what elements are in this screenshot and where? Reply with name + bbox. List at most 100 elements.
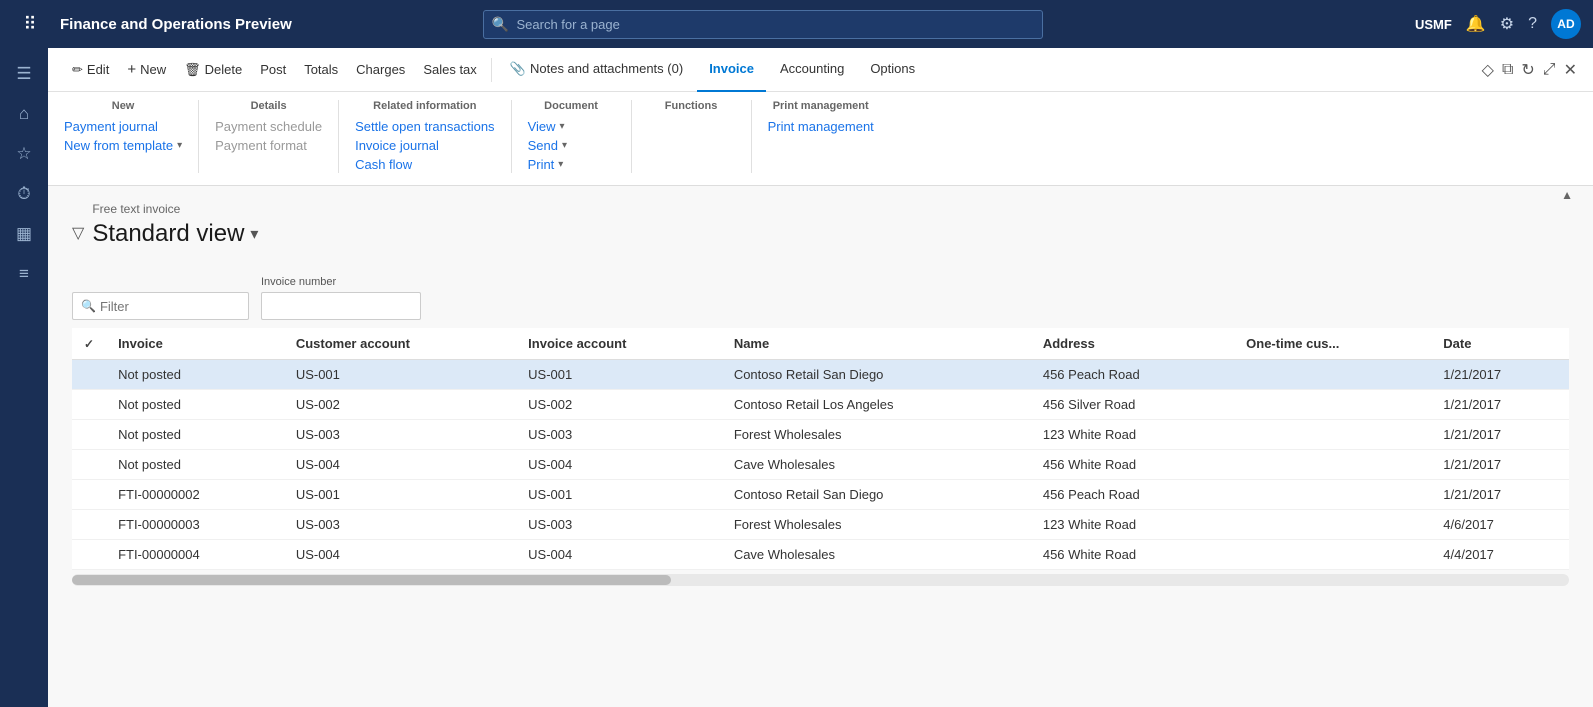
close-icon[interactable]: ✕: [1564, 60, 1577, 80]
sidebar-workspace-icon[interactable]: ▦: [6, 216, 42, 252]
ribbon-invoice-journal[interactable]: Invoice journal: [355, 137, 494, 154]
totals-button[interactable]: Totals: [296, 58, 346, 81]
row-one-time-cus: [1234, 360, 1431, 390]
ribbon-items-document: View ▾ Send ▾ Print ▾: [528, 118, 615, 173]
row-invoice[interactable]: Not posted: [106, 360, 284, 390]
print-chevron-icon: ▾: [558, 159, 563, 170]
row-address: 123 White Road: [1031, 420, 1234, 450]
filter-input[interactable]: [100, 299, 240, 314]
send-chevron-icon: ▾: [562, 140, 567, 151]
col-customer-account[interactable]: Customer account: [284, 328, 516, 360]
edit-button[interactable]: ✏ Edit: [64, 58, 117, 82]
table-row[interactable]: Not postedUS-002US-002Contoso Retail Los…: [72, 390, 1569, 420]
ribbon-collapse-icon[interactable]: ▲: [1561, 188, 1573, 202]
ribbon-settle-open[interactable]: Settle open transactions: [355, 118, 494, 135]
row-date: 4/4/2017: [1431, 540, 1569, 570]
ribbon-group-new: New Payment journal New from template ▾: [64, 100, 199, 173]
sidebar-recent-icon[interactable]: ⏱: [6, 176, 42, 212]
row-invoice[interactable]: Not posted: [106, 450, 284, 480]
row-invoice[interactable]: Not posted: [106, 420, 284, 450]
new-button[interactable]: + New: [119, 57, 174, 82]
row-name[interactable]: Contoso Retail San Diego: [722, 360, 1031, 390]
horizontal-scrollbar[interactable]: [72, 574, 1569, 586]
table-row[interactable]: FTI-00000004US-004US-004Cave Wholesales4…: [72, 540, 1569, 570]
row-one-time-cus: [1234, 450, 1431, 480]
toolbar-right-icons: ◇ ⧉ ↻ ⤢ ✕: [1482, 60, 1577, 80]
refresh-icon[interactable]: ↻: [1521, 60, 1534, 80]
tab-options[interactable]: Options: [858, 48, 927, 92]
ribbon-print-management[interactable]: Print management: [768, 118, 874, 135]
row-invoice-account: US-001: [516, 480, 722, 510]
tab-accounting[interactable]: Accounting: [768, 48, 856, 92]
layout: ☰ ⌂ ☆ ⏱ ▦ ≡ ✏ Edit + New 🗑 Delete Post: [0, 48, 1593, 707]
tab-notes[interactable]: 📎 Notes and attachments (0): [498, 48, 695, 92]
avatar[interactable]: AD: [1551, 9, 1581, 39]
waffle-icon[interactable]: ⠿: [12, 6, 48, 42]
col-one-time-cus[interactable]: One-time cus...: [1234, 328, 1431, 360]
post-button[interactable]: Post: [252, 58, 294, 81]
ribbon-payment-format[interactable]: Payment format: [215, 137, 322, 154]
row-check: [72, 510, 106, 540]
row-invoice[interactable]: Not posted: [106, 390, 284, 420]
table-row[interactable]: FTI-00000003US-003US-003Forest Wholesale…: [72, 510, 1569, 540]
main-content: ✏ Edit + New 🗑 Delete Post Totals Charge…: [48, 48, 1593, 707]
top-bar-right: USMF 🔔 ⚙ ? AD: [1415, 9, 1581, 39]
ribbon-view[interactable]: View ▾: [528, 118, 615, 135]
search-input[interactable]: [483, 10, 1043, 39]
col-date[interactable]: Date: [1431, 328, 1569, 360]
sidebar-home-icon[interactable]: ⌂: [6, 96, 42, 132]
table-row[interactable]: FTI-00000002US-001US-001Contoso Retail S…: [72, 480, 1569, 510]
charges-button[interactable]: Charges: [348, 58, 413, 81]
ribbon-send[interactable]: Send ▾: [528, 137, 615, 154]
ribbon-payment-journal[interactable]: Payment journal: [64, 118, 182, 135]
row-invoice-account: US-004: [516, 540, 722, 570]
invoice-number-input[interactable]: [261, 292, 421, 320]
toolbar-separator: [491, 58, 492, 82]
view-title-chevron-icon[interactable]: ▾: [250, 224, 258, 244]
expand-icon[interactable]: ⤢: [1543, 61, 1556, 79]
ribbon-items-print-mgmt: Print management: [768, 118, 874, 135]
col-invoice[interactable]: Invoice: [106, 328, 284, 360]
col-invoice-account[interactable]: Invoice account: [516, 328, 722, 360]
row-address: 456 Peach Road: [1031, 360, 1234, 390]
ribbon-new-from-template[interactable]: New from template ▾: [64, 137, 182, 154]
row-address: 456 White Road: [1031, 450, 1234, 480]
ribbon-cash-flow[interactable]: Cash flow: [355, 156, 494, 173]
row-invoice[interactable]: FTI-00000002: [106, 480, 284, 510]
breadcrumb: Free text invoice Standard view ▾: [92, 202, 258, 264]
row-invoice[interactable]: FTI-00000004: [106, 540, 284, 570]
help-icon[interactable]: ?: [1528, 15, 1537, 33]
table-row[interactable]: Not postedUS-003US-003Forest Wholesales1…: [72, 420, 1569, 450]
split-view-icon[interactable]: ⧉: [1502, 61, 1513, 79]
notification-icon[interactable]: 🔔: [1466, 14, 1486, 34]
filter-bar: ▽ Free text invoice Standard view ▾: [72, 202, 1569, 264]
filter-icon[interactable]: ▽: [72, 223, 84, 243]
col-name[interactable]: Name: [722, 328, 1031, 360]
table-row[interactable]: Not postedUS-001US-001Contoso Retail San…: [72, 360, 1569, 390]
ribbon-items-related: Settle open transactions Invoice journal…: [355, 118, 494, 173]
row-invoice[interactable]: FTI-00000003: [106, 510, 284, 540]
row-invoice-account[interactable]: US-001: [516, 360, 722, 390]
ribbon-payment-schedule[interactable]: Payment schedule: [215, 118, 322, 135]
row-date: 1/21/2017: [1431, 420, 1569, 450]
diamond-icon[interactable]: ◇: [1482, 60, 1494, 80]
table-row[interactable]: Not postedUS-004US-004Cave Wholesales456…: [72, 450, 1569, 480]
scrollbar-thumb[interactable]: [72, 575, 671, 585]
ribbon-group-new-title: New: [64, 100, 182, 112]
col-address[interactable]: Address: [1031, 328, 1234, 360]
row-invoice-account: US-004: [516, 450, 722, 480]
delete-button[interactable]: 🗑 Delete: [176, 58, 250, 82]
row-customer-account[interactable]: US-001: [284, 360, 516, 390]
row-check: [72, 390, 106, 420]
tab-invoice[interactable]: Invoice: [697, 48, 766, 92]
settings-icon[interactable]: ⚙: [1500, 14, 1514, 34]
page-content: ▽ Free text invoice Standard view ▾ 🔍: [48, 186, 1593, 707]
sidebar-favorites-icon[interactable]: ☆: [6, 136, 42, 172]
row-invoice-account: US-002: [516, 390, 722, 420]
sidebar-list-icon[interactable]: ≡: [6, 256, 42, 292]
ribbon-print[interactable]: Print ▾: [528, 156, 615, 173]
salestax-button[interactable]: Sales tax: [415, 58, 484, 81]
row-check: [72, 450, 106, 480]
sidebar-menu-icon[interactable]: ☰: [6, 56, 42, 92]
app-title: Finance and Operations Preview: [60, 16, 292, 33]
